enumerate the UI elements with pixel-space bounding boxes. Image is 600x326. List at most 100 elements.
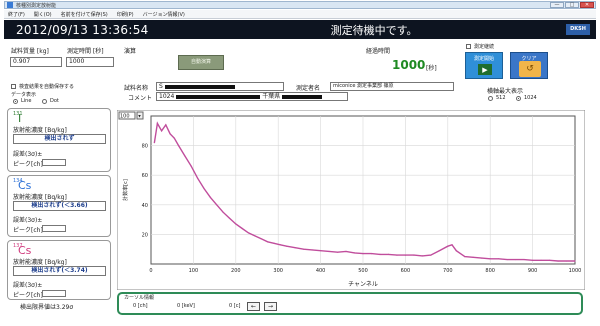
close-button[interactable]: ✕ xyxy=(580,2,594,8)
spectrum-svg: 100 ▾0 100 200 300 400 500 600 700 800 900 10002040… xyxy=(116,109,586,291)
continuous-label: 測定継続 xyxy=(474,44,495,50)
data-point xyxy=(173,137,175,139)
elapsed-unit: [秒] xyxy=(426,65,437,72)
elapsed-label: 経過時間 xyxy=(366,48,391,55)
x-tick-label: 100 xyxy=(189,268,199,274)
concentration-label: 放射能濃度 [Bq/kg] xyxy=(13,127,67,134)
line-radio[interactable] xyxy=(13,99,18,104)
cursor-kev: 0 [keV] xyxy=(177,303,195,309)
y-tick-label: 40 xyxy=(142,203,148,209)
display-label: データ表示 xyxy=(11,92,37,98)
continuous-checkbox[interactable] xyxy=(466,44,471,49)
data-point xyxy=(353,252,356,254)
data-point xyxy=(153,142,155,144)
maximize-button[interactable]: □ xyxy=(565,2,579,8)
comment-suffix: 千葉県 xyxy=(262,93,281,100)
redaction-bar xyxy=(176,94,261,99)
window-title: 核種別測定放射能 xyxy=(16,2,57,9)
data-point xyxy=(404,254,406,256)
brand-logo: DKSH xyxy=(566,24,590,35)
data-point xyxy=(498,258,500,260)
scale-select-value: 100 xyxy=(120,114,130,120)
peak-field xyxy=(42,290,66,297)
clear-button[interactable]: クリア ↺ xyxy=(510,52,548,79)
x-axis-label: チャンネル xyxy=(348,281,378,288)
data-point xyxy=(235,223,237,225)
cursor-left-button[interactable]: ← xyxy=(247,302,260,311)
x-tick-label: 1000 xyxy=(569,268,582,274)
menu-version[interactable]: バージョン情報(V) xyxy=(143,11,185,18)
start-label: 測定開始 xyxy=(473,56,494,62)
weight-label: 試料質量 [kg] xyxy=(11,48,49,55)
menu-open[interactable]: 開く(O) xyxy=(34,11,52,18)
nuclide-panel-cs134: 134 Cs 放射能濃度 [Bq/kg] 検出されず(＜3.66) 誤差(3σ)… xyxy=(7,175,111,237)
menu-print[interactable]: 印刷(P) xyxy=(117,11,134,18)
radio-1024[interactable] xyxy=(516,96,521,101)
menu-bar: 終了(F) 開く(O) 名前を付けて保存(S) 印刷(P) バージョン情報(V) xyxy=(4,10,596,19)
data-point xyxy=(216,204,218,206)
y-tick-label: 60 xyxy=(142,173,148,179)
data-point xyxy=(413,254,415,256)
peak-label: ピーク[ch] xyxy=(13,161,43,168)
dot-label: Dot xyxy=(50,98,59,104)
data-point xyxy=(430,254,432,256)
operator-label: 測定者名 xyxy=(296,85,321,92)
cursor-count: 0 [c] xyxy=(229,303,241,309)
data-point xyxy=(421,255,423,257)
peak-label: ピーク[ch] xyxy=(13,227,43,234)
comment-input[interactable]: 1024 千葉県 xyxy=(156,92,348,101)
data-point xyxy=(209,196,211,198)
peak-field xyxy=(42,159,66,166)
comment-value: 1024 xyxy=(159,93,175,100)
y-axis-label: 計数率[c] xyxy=(122,179,129,201)
menu-exit[interactable]: 終了(F) xyxy=(8,11,25,18)
data-point xyxy=(328,250,330,253)
nuclide-symbol: Cs xyxy=(18,244,32,257)
line-label: Line xyxy=(21,98,32,104)
data-point xyxy=(345,250,347,253)
start-button[interactable]: 測定開始 ▶ xyxy=(465,52,503,79)
y-tick-label: 20 xyxy=(142,232,148,238)
data-point xyxy=(247,232,250,234)
x-tick-label: 800 xyxy=(485,268,495,274)
data-point xyxy=(574,260,576,262)
menu-save-as[interactable]: 名前を付けて保存(S) xyxy=(61,11,108,18)
data-point xyxy=(506,258,508,261)
data-point xyxy=(532,259,534,261)
data-point xyxy=(464,256,466,258)
cursor-ch: 0 [ch] xyxy=(133,303,148,309)
minimize-button[interactable]: — xyxy=(550,2,564,8)
auto-save-checkbox[interactable] xyxy=(11,84,16,89)
data-point xyxy=(370,253,373,255)
result-field: 検出されず xyxy=(13,134,106,144)
weight-input[interactable]: 0.907 xyxy=(10,57,62,67)
sample-name-input[interactable]: S xyxy=(156,82,284,91)
data-point xyxy=(279,244,281,246)
play-icon: ▶ xyxy=(478,64,492,75)
time-input[interactable]: 1000 xyxy=(66,57,114,67)
datetime-display: 2012/09/13 13:36:54 xyxy=(16,22,149,37)
sample-name-value: S xyxy=(159,83,163,90)
data-point xyxy=(548,259,551,261)
data-point xyxy=(177,145,180,147)
data-point xyxy=(222,211,224,213)
title-bar: 核種別測定放射能 — □ ✕ xyxy=(4,1,596,9)
dot-radio[interactable] xyxy=(42,99,47,104)
radio-512[interactable] xyxy=(488,96,493,101)
cursor-info-panel: カーソル情報 0 [ch] 0 [keV] 0 [c] ← → xyxy=(117,292,583,315)
data-point xyxy=(286,245,288,247)
data-point xyxy=(451,244,453,246)
data-point xyxy=(294,247,296,249)
data-point xyxy=(161,130,163,132)
nuclide-symbol: Cs xyxy=(18,179,32,192)
detection-limit-text: 検出限界値は3.29σ xyxy=(20,304,74,311)
y-tick-label: 80 xyxy=(142,144,148,150)
auto-calc-button[interactable]: 自動演算 xyxy=(178,55,224,70)
x-tick-label: 600 xyxy=(401,268,411,274)
cursor-right-button[interactable]: → xyxy=(264,302,277,311)
data-point xyxy=(387,253,390,255)
app-icon xyxy=(7,2,13,8)
data-point xyxy=(515,258,517,261)
operator-input[interactable]: miconice 測定事業部 篠原 xyxy=(330,82,454,91)
concentration-label: 放射能濃度 [Bq/kg] xyxy=(13,259,67,266)
